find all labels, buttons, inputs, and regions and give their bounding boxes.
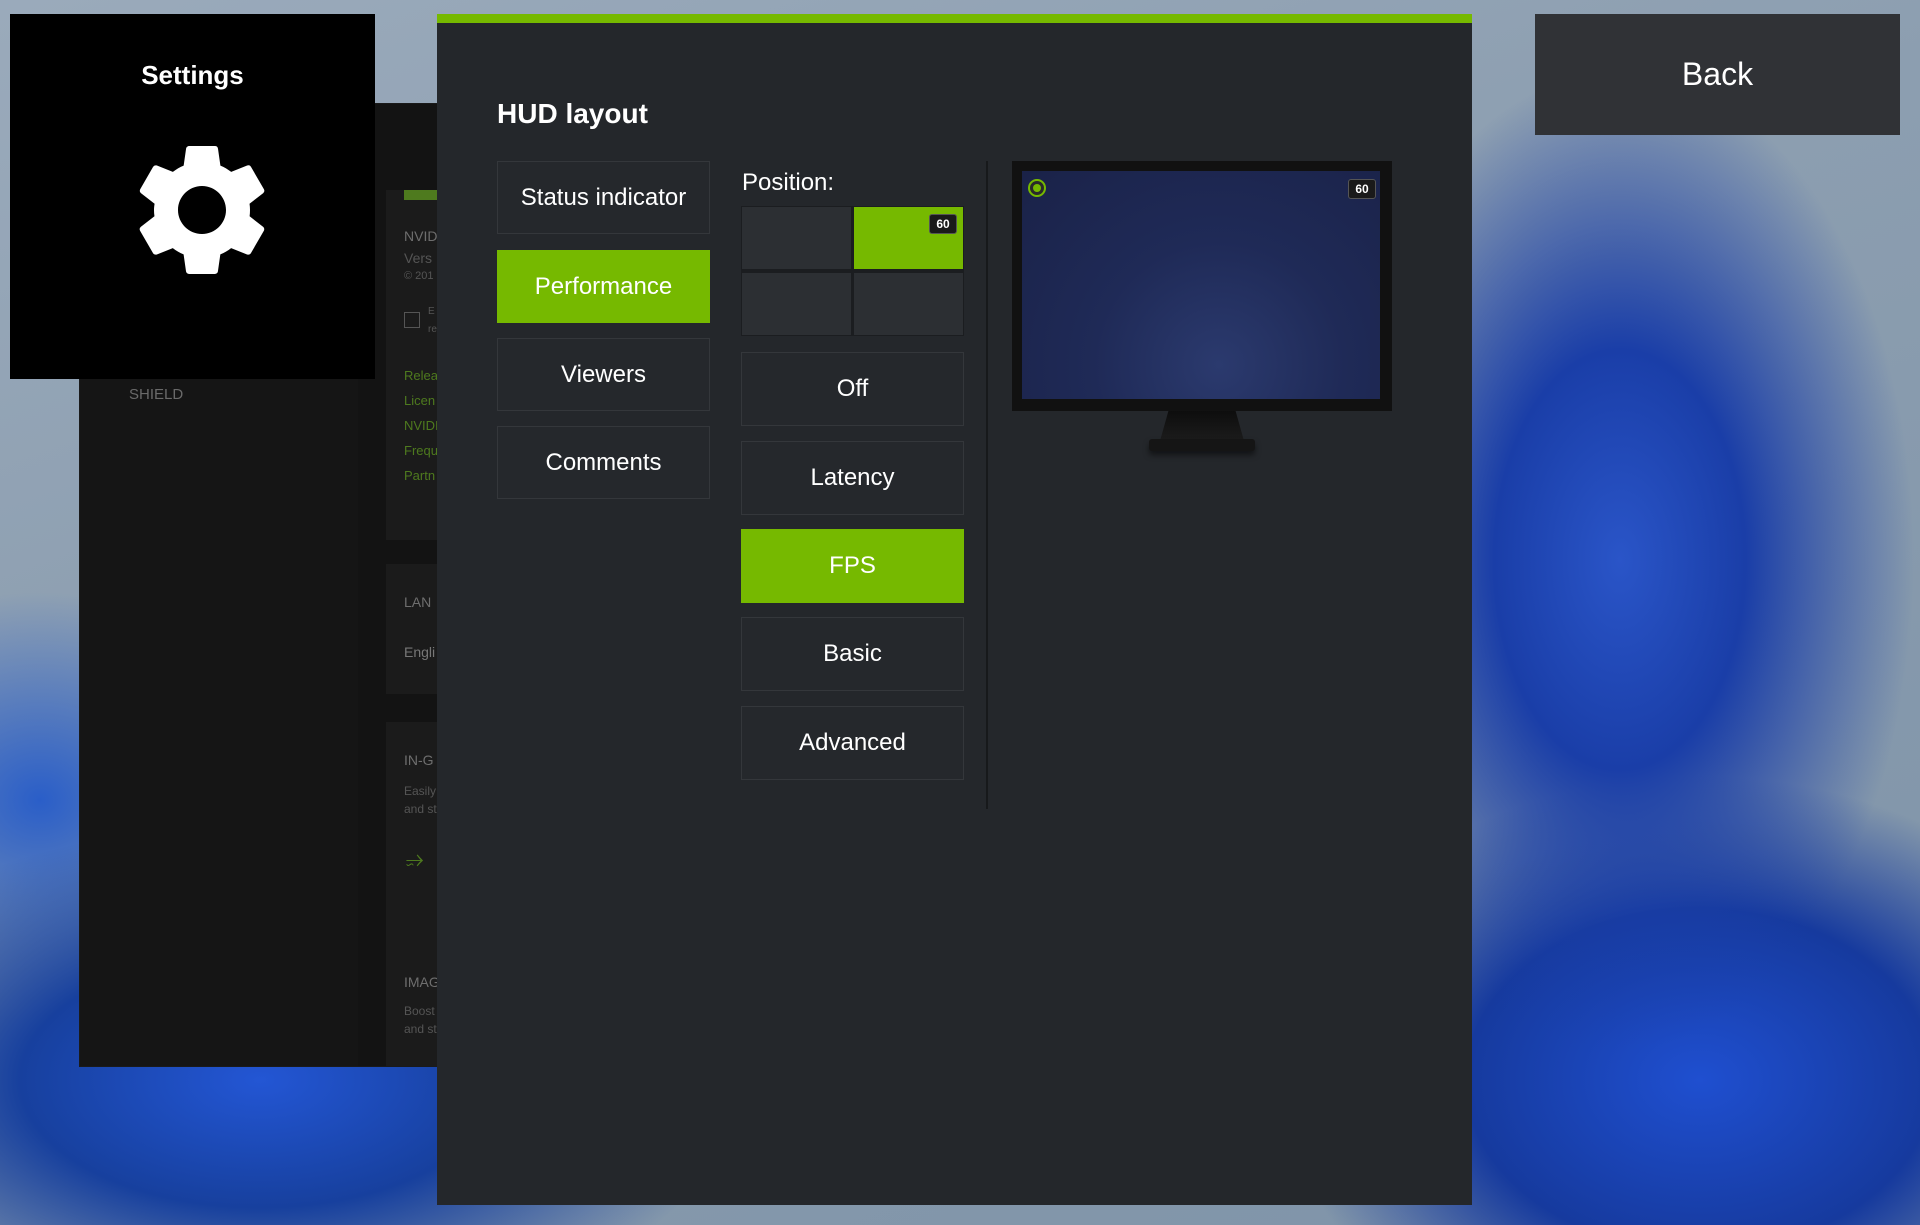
ingame-desc-1: Easily [404,784,437,798]
position-bottom-right[interactable] [854,273,963,335]
monitor-screen: 60 [1022,171,1380,399]
image-title: IMAG [404,974,440,990]
share-icon: ⭌ [406,846,424,871]
image-desc-1: Boost [404,1004,435,1018]
sidebar-item-shield: SHIELD [129,386,184,403]
position-grid: 60 [741,206,964,336]
link-partners: Partn [404,468,436,483]
category-comments[interactable]: Comments [497,426,710,499]
hud-layout-panel: HUD layout Status indicator Performance … [437,14,1472,1205]
back-button[interactable]: Back [1535,14,1900,135]
position-top-right[interactable]: 60 [854,207,963,269]
language-value: Engli [404,644,436,660]
mode-latency[interactable]: Latency [741,441,964,515]
fps-badge: 60 [929,214,957,234]
position-bottom-left[interactable] [742,273,851,335]
link-nvidia: NVIDI [404,418,439,433]
about-title: NVID [404,228,438,244]
mode-off[interactable]: Off [741,352,964,426]
about-checkbox [404,312,420,328]
about-copyright: © 201 [404,270,434,282]
image-desc-2: and st [404,1022,437,1036]
ingame-title: IN-G [404,752,434,768]
preview-fps-badge: 60 [1348,179,1376,199]
ingame-desc-2: and st [404,802,437,816]
mode-basic[interactable]: Basic [741,617,964,691]
checkbox-text-2: re [428,324,437,335]
monitor-stand-base [1149,439,1255,451]
category-status-indicator[interactable]: Status indicator [497,161,710,234]
link-release: Relea [404,368,438,383]
language-title: LAN [404,594,432,610]
checkbox-text-1: E [428,306,435,317]
position-top-left[interactable] [742,207,851,269]
about-version: Vers [404,250,433,266]
monitor-stand [1160,411,1244,441]
mode-fps[interactable]: FPS [741,529,964,603]
page-title: HUD layout [497,98,648,129]
category-performance[interactable]: Performance [497,250,710,323]
settings-title: Settings [141,60,244,90]
status-indicator-icon [1028,179,1046,197]
mode-advanced[interactable]: Advanced [741,706,964,780]
column-divider [986,161,988,809]
position-label: Position: [742,169,835,196]
monitor-preview: 60 [1012,161,1392,411]
settings-tile: Settings [10,14,375,379]
category-viewers[interactable]: Viewers [497,338,710,411]
link-faq: Frequ [404,443,438,458]
link-license: Licen [404,393,436,408]
gear-icon [139,145,265,274]
